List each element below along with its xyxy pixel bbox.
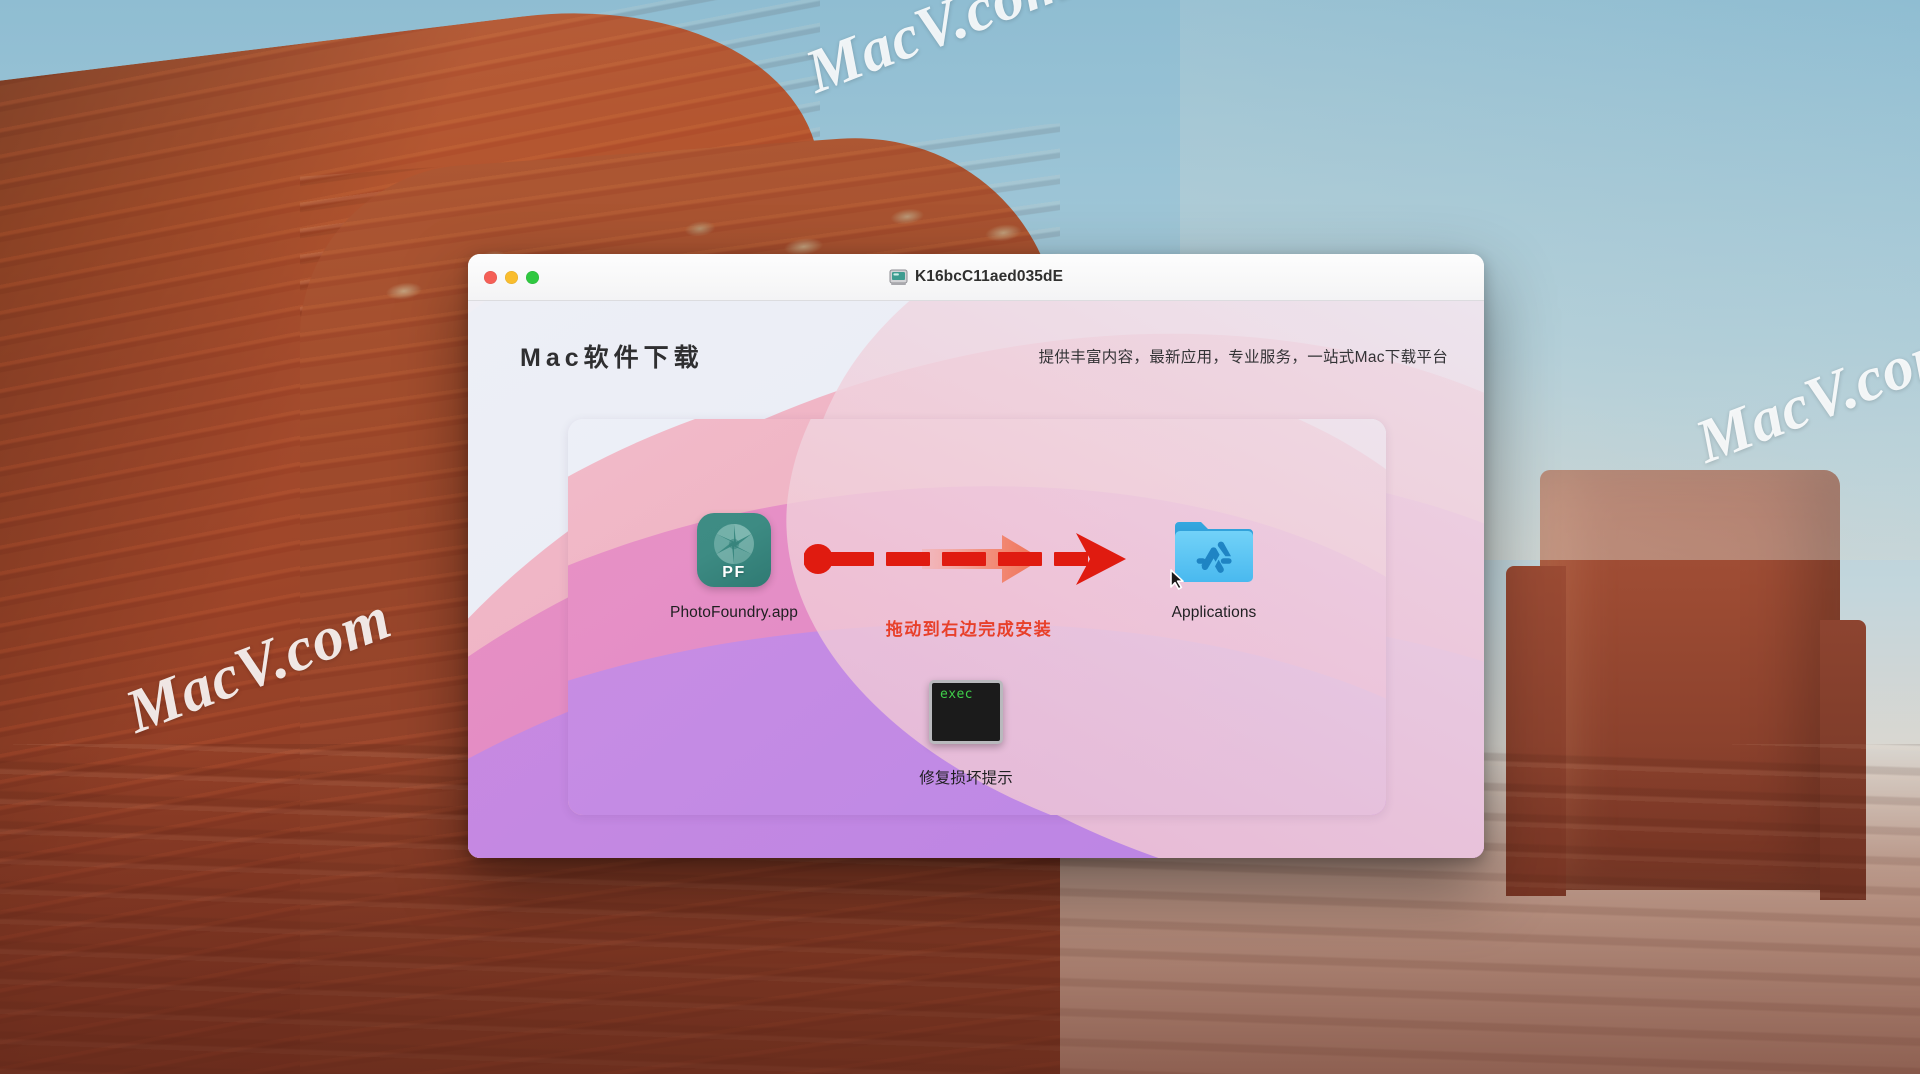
page-subtitle: 提供丰富内容，最新应用，专业服务，一站式Mac下载平台 (1038, 349, 1448, 366)
red-dashed-arrow-icon (803, 527, 1134, 591)
exec-icon-box: exec (836, 671, 1096, 753)
dmg-header: Mac软件下载 提供丰富内容，最新应用，专业服务，一站式Mac下载平台 (468, 301, 1484, 411)
applications-folder-item[interactable]: Applications (1114, 509, 1314, 622)
window-titlebar[interactable]: K16bcC11aed035dE (468, 254, 1484, 301)
applications-folder-label: Applications (1171, 604, 1257, 621)
alias-arrow-badge (1170, 569, 1184, 590)
exec-terminal-icon[interactable]: exec (929, 680, 1003, 744)
external-disk-icon (889, 269, 908, 285)
exec-terminal-text: exec (940, 687, 973, 702)
repair-tool-item[interactable]: exec 修复损坏提示 (836, 671, 1096, 788)
repair-tool-label: 修复损坏提示 (919, 770, 1013, 787)
window-title: K16bcC11aed035dE (914, 268, 1064, 285)
drag-hint-text: 拖动到右边完成安装 (885, 620, 1053, 639)
photofoundry-app-icon[interactable]: PF (697, 513, 771, 587)
app-badge-text: PF (722, 564, 746, 581)
install-card: PF PhotoFoundry.app 拖动到右边完成安装 Applicatio… (568, 419, 1386, 815)
dmg-installer-window[interactable]: K16bcC11aed035dE Mac软件下载 提供丰富内容，最新应用，专业服… (468, 254, 1484, 858)
applications-icon-box (1114, 509, 1314, 591)
window-body: Mac软件下载 提供丰富内容，最新应用，专业服务，一站式Mac下载平台 PF P… (468, 301, 1484, 858)
applications-folder-icon[interactable] (1170, 514, 1257, 590)
page-title: Mac软件下载 (520, 344, 704, 372)
window-title-group: K16bcC11aed035dE (468, 268, 1484, 286)
